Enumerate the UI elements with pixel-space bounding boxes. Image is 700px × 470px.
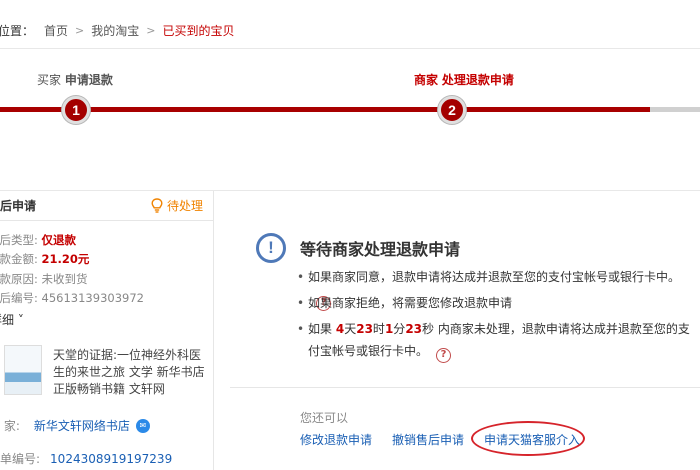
also-label: 您还可以	[300, 411, 349, 425]
lightbulb-icon	[151, 198, 163, 213]
note-reject: 如果商家拒绝，将需要您修改退款申请	[296, 292, 512, 314]
detail-toggle[interactable]: 详细 ˅	[0, 311, 24, 328]
step-1-circle: 1	[62, 96, 90, 124]
breadcrumb: 的位置： 首页 > 我的淘宝 > 已买到的宝贝	[0, 18, 235, 42]
help-icon[interactable]: ?	[436, 347, 452, 363]
highlight-circle	[471, 421, 585, 456]
breadcrumb-my-taobao-link[interactable]: 我的淘宝	[91, 22, 139, 39]
status-text: 待处理	[166, 199, 203, 213]
refund-progress-steps: 买家 申请退款 商家 处理退款申请 1 2	[0, 48, 700, 191]
breadcrumb-separator: >	[75, 23, 85, 37]
progress-track-completed	[0, 107, 650, 112]
breadcrumb-prefix: 的位置：	[0, 23, 35, 38]
refund-amount-value: 21.20元	[41, 252, 90, 266]
modify-refund-link[interactable]: 修改退款申请	[300, 431, 372, 448]
note-timeout: 如果 4天23时1分23秒 内商家未处理，退款申请将达成并退款至您的支付宝帐号或…	[296, 318, 698, 363]
after-sale-type-row: 售后类型: 仅退款	[0, 233, 77, 247]
order-label: 订单编号:	[0, 452, 41, 466]
product-title-link[interactable]: 天堂的证据:一位神经外科医生的来世之旅 文学 新华书店正版畅销书籍 文轩网	[53, 347, 205, 398]
main-status: ! 等待商家处理退款申请	[256, 233, 460, 263]
page-title: 等待商家处理退款申请	[300, 240, 461, 259]
step-2-label: 商家 处理退款申请	[414, 73, 514, 87]
refund-reason-row: 退款原因: 未收到货	[0, 272, 88, 286]
exclamation-icon: !	[256, 233, 286, 263]
shop-label: 商 家:	[0, 419, 20, 433]
chat-icon[interactable]: ✉	[135, 418, 150, 433]
status-badge: 待处理	[151, 197, 203, 214]
breadcrumb-separator: >	[146, 23, 156, 37]
divider	[230, 387, 700, 388]
product-thumbnail[interactable]	[4, 345, 42, 395]
breadcrumb-home-link[interactable]: 首页	[44, 22, 68, 39]
countdown-seconds: 23	[405, 322, 423, 336]
cancel-after-sale-link[interactable]: 撤销售后申请	[392, 431, 464, 448]
shop-name-link[interactable]: 新华文轩网络书店	[34, 417, 130, 434]
countdown-days: 4	[335, 322, 345, 336]
order-number-link[interactable]: 1024308919197239	[50, 452, 172, 466]
progress-track-remaining	[650, 107, 700, 112]
after-sale-title: 售后申请	[0, 199, 37, 213]
after-sale-no-value: 45613139303972	[41, 291, 144, 305]
breadcrumb-current[interactable]: 已买到的宝贝	[162, 22, 234, 39]
after-sale-type-value: 仅退款	[41, 233, 77, 247]
refund-amount-row: 退款金额: 21.20元	[0, 252, 90, 266]
step-2-circle: 2	[438, 96, 466, 124]
countdown-hours: 23	[356, 322, 373, 336]
after-sale-panel: 售后申请 待处理 售后类型: 仅退款 退款金额: 21.20元 退款原因: 未收…	[0, 191, 214, 470]
after-sale-no-row: 售后编号: 45613139303972	[0, 291, 144, 305]
refund-reason-value: 未收到货	[41, 272, 88, 286]
after-sale-header: 售后申请 待处理	[0, 191, 213, 221]
step-1-label: 买家 申请退款	[37, 73, 113, 87]
order-row: 订单编号: 1024308919197239	[0, 450, 172, 467]
shop-row: 商 家: 新华文轩网络书店 ✉	[0, 417, 150, 434]
